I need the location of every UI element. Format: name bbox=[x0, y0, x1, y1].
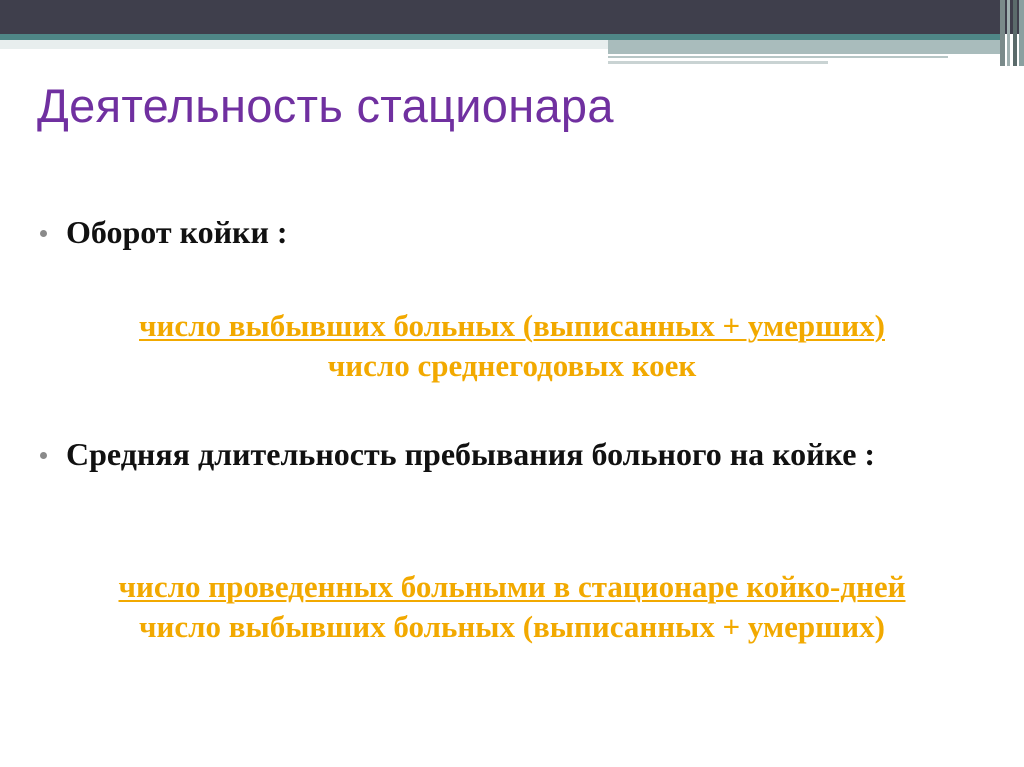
bullet-icon bbox=[40, 452, 47, 459]
header-grey-line bbox=[608, 56, 948, 58]
header-dark-bar bbox=[0, 0, 1024, 34]
header-vertical-bar bbox=[1013, 0, 1017, 66]
header-grey-line bbox=[608, 61, 828, 64]
formula-bed-turnover: число выбывших больных (выписанных + уме… bbox=[0, 306, 1024, 386]
bullet-item: Оборот койки : bbox=[40, 213, 970, 252]
formula-numerator: число проведенных больными в стационаре … bbox=[118, 569, 906, 604]
formula-denominator: число выбывших больных (выписанных + уме… bbox=[139, 609, 885, 644]
header-vertical-bar bbox=[1019, 0, 1024, 66]
header-vertical-bar bbox=[1000, 0, 1005, 66]
bullet-icon bbox=[40, 230, 47, 237]
bullet-item: Средняя длительность пребывания больного… bbox=[40, 435, 970, 474]
header-grey-step bbox=[608, 40, 1000, 54]
bullet-text: Средняя длительность пребывания больного… bbox=[66, 436, 876, 472]
header-vertical-bar bbox=[1007, 0, 1010, 66]
formula-numerator: число выбывших больных (выписанных + уме… bbox=[139, 308, 885, 343]
formula-denominator: число среднегодовых коек bbox=[327, 348, 697, 383]
formula-average-stay: число проведенных больными в стационаре … bbox=[0, 567, 1024, 647]
slide-title: Деятельность стационара bbox=[37, 79, 614, 132]
bullet-text: Оборот койки : bbox=[66, 214, 288, 250]
